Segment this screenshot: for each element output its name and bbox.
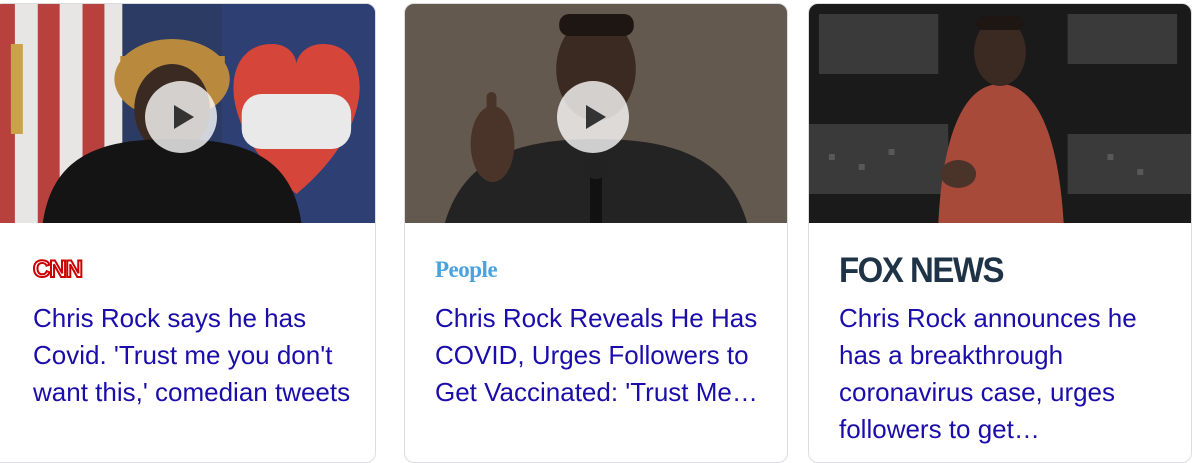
play-button[interactable] <box>145 81 217 153</box>
headline-link[interactable]: Chris Rock Reveals He Has COVID, Urges F… <box>435 300 765 411</box>
play-button[interactable] <box>557 81 629 153</box>
news-thumbnail[interactable] <box>405 4 787 223</box>
play-icon <box>586 105 606 129</box>
source-logo-people: People <box>435 257 498 282</box>
play-icon <box>174 105 194 129</box>
news-card-cnn[interactable]: CNN Chris Rock says he has Covid. 'Trust… <box>0 3 376 463</box>
headline-link[interactable]: Chris Rock announces he has a breakthrou… <box>839 300 1169 448</box>
thumbnail-image <box>809 4 1191 223</box>
news-card-people[interactable]: People Chris Rock Reveals He Has COVID, … <box>404 3 788 463</box>
source-logo-fox-news: FOX NEWS <box>839 249 1005 290</box>
news-thumbnail[interactable] <box>0 4 375 223</box>
news-card-fox-news[interactable]: FOX NEWS Chris Rock announces he has a b… <box>808 3 1192 463</box>
news-carousel: CNN Chris Rock says he has Covid. 'Trust… <box>0 0 1200 463</box>
source-logo-cnn: CNN <box>32 255 84 284</box>
headline-link[interactable]: Chris Rock says he has Covid. 'Trust me … <box>33 300 363 411</box>
news-thumbnail[interactable] <box>809 4 1191 223</box>
